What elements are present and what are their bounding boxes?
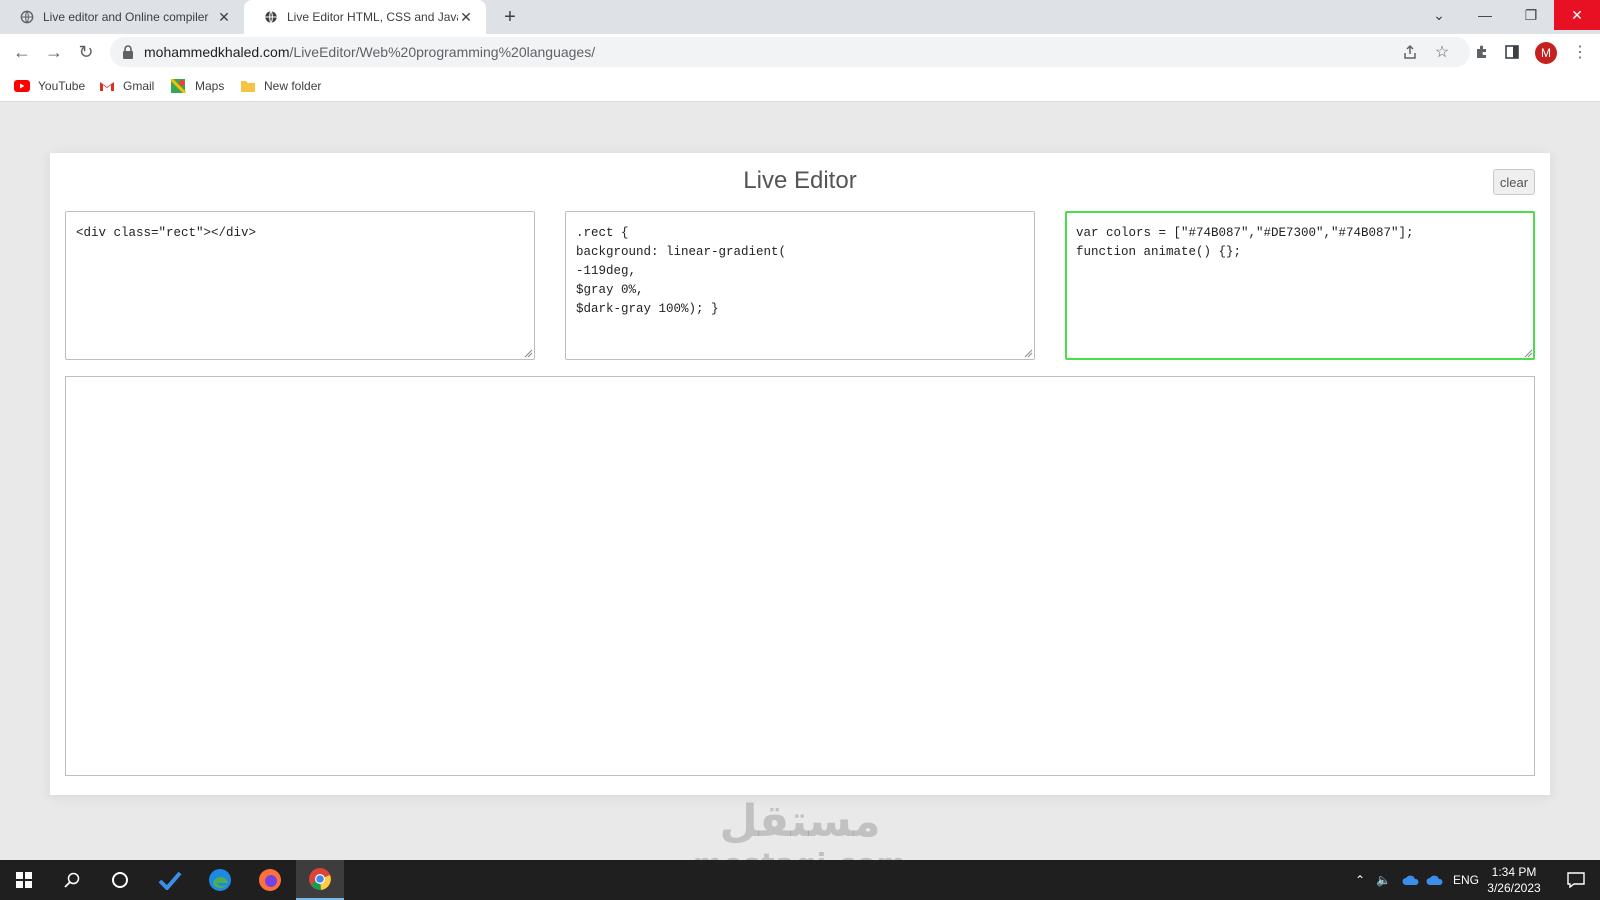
globe-icon [20,10,34,24]
back-arrow-icon[interactable]: ← [10,40,34,64]
todo-check-icon[interactable] [146,860,194,900]
bookmark-maps[interactable]: Maps [171,76,224,96]
browser-toolbar: ← → ↻ mohammedkhaled.com/LiveEditor/Web%… [0,34,1600,70]
watermark-arabic: مستقل [719,796,881,847]
bookmark-label: YouTube [38,79,86,93]
extensions-icon[interactable] [1470,40,1494,64]
tab-search-icon[interactable]: ⌄ [1416,0,1462,30]
close-tab-icon[interactable]: ✕ [216,9,232,25]
show-hidden-icons-chevron-icon[interactable]: ⌃ [1355,860,1365,900]
output-preview[interactable] [65,376,1535,776]
profile-avatar[interactable]: M [1535,42,1557,64]
chrome-icon[interactable] [296,860,344,900]
notification-center-icon[interactable] [1552,860,1600,900]
clock-time: 1:34 PM [1491,865,1537,879]
clear-button[interactable]: clear [1493,169,1535,195]
close-tab-icon[interactable]: ✕ [458,9,474,25]
search-icon[interactable] [48,860,96,900]
tab-live-editor-html[interactable]: Live Editor HTML, CSS and JavaScript ✕ [244,0,486,34]
volume-icon[interactable]: 🔈 [1376,860,1391,900]
bookmark-star-icon[interactable]: ☆ [1430,40,1454,64]
address-url: mohammedkhaled.com/LiveEditor/Web%20prog… [144,44,595,60]
lock-icon [123,45,133,59]
bookmark-gmail[interactable]: Gmail [99,76,154,96]
new-tab-button[interactable]: + [498,5,522,29]
menu-kebab-icon[interactable]: ⋮ [1568,40,1592,64]
reload-icon[interactable]: ↻ [74,40,98,64]
resize-grip-icon[interactable] [524,349,533,358]
bookmark-label: Maps [195,79,225,93]
html-editor[interactable]: <div class="rect"></div> [65,211,535,360]
maps-icon [171,79,187,93]
bookmark-label: New folder [264,79,322,93]
cortana-icon[interactable] [96,860,144,900]
share-icon[interactable] [1398,40,1422,64]
youtube-icon [14,80,30,92]
clock-date: 3/26/2023 [1487,881,1541,895]
taskbar-clock[interactable]: 1:34 PM 3/26/2023 [1482,864,1546,896]
restore-icon[interactable]: ❐ [1508,0,1554,30]
minimize-icon[interactable]: — [1462,0,1508,30]
input-language[interactable]: ENG [1453,860,1479,900]
resize-grip-icon[interactable] [1524,349,1533,358]
tab-strip: Live editor and Online compiler ✕ Live E… [0,0,1600,34]
live-editor-panel: Live Editor clear <div class="rect"></di… [50,153,1550,795]
globe-icon [265,10,277,24]
forward-arrow-icon[interactable]: → [42,40,66,64]
folder-icon [241,81,255,92]
address-bar[interactable]: mohammedkhaled.com/LiveEditor/Web%20prog… [110,37,1470,67]
window-close-icon[interactable]: ✕ [1554,0,1600,30]
page-title: Live Editor [743,167,857,194]
tab-title: Live Editor HTML, CSS and JavaScript [287,10,458,24]
windows-start-icon[interactable] [0,860,48,900]
edge-browser-icon[interactable] [196,860,244,900]
url-host: mohammedkhaled.com [144,44,290,60]
css-editor[interactable]: .rect { background: linear-gradient( -11… [565,211,1035,360]
js-editor[interactable]: var colors = ["#74B087","#DE7300","#74B0… [1065,211,1535,360]
bookmark-label: Gmail [123,79,155,93]
url-path: /LiveEditor/Web%20programming%20language… [289,44,596,60]
resize-grip-icon[interactable] [1024,349,1033,358]
bookmark-youtube[interactable]: YouTube [14,76,85,96]
bookmarks-bar: YouTube Gmail Maps New folder [0,70,1600,102]
gmail-icon [100,82,114,91]
onedrive-icon[interactable] [1402,860,1420,900]
tab-live-editor-compiler[interactable]: Live editor and Online compiler ✕ [0,0,244,34]
bookmark-new-folder[interactable]: New folder [240,76,321,96]
onedrive-icon[interactable] [1426,860,1444,900]
side-panel-icon[interactable] [1500,40,1524,64]
windows-taskbar: ⌃ 🔈 ENG 1:34 PM 3/26/2023 [0,860,1600,900]
firefox-icon[interactable] [246,860,294,900]
tab-title: Live editor and Online compiler [43,10,209,24]
